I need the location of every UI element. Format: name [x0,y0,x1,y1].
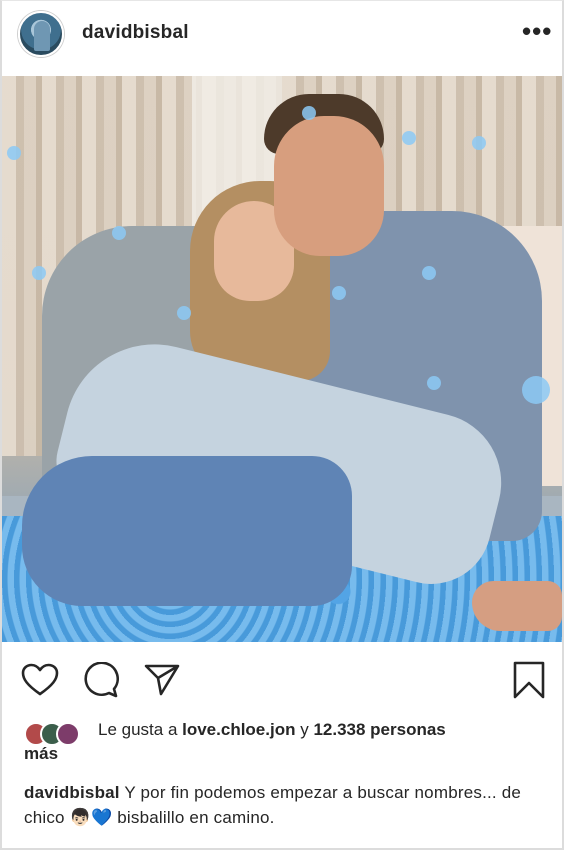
more-options-icon[interactable]: ••• [522,18,552,44]
confetti-flake [32,266,46,280]
photo-man-face [274,116,384,256]
confetti-flake [302,106,316,120]
liker-username[interactable]: love.chloe.jon [182,720,295,739]
confetti-flake [112,226,126,240]
action-bar [0,650,564,710]
confetti-flake [332,286,346,300]
blue-heart-icon: 💙 [90,808,113,827]
boy-emoji-icon: 👦🏻 [69,808,91,827]
confetti-flake [177,306,191,320]
avatar[interactable] [18,11,64,57]
post-caption: davidbisbal Y por fin podemos empezar a … [24,780,554,830]
caption-text-end: bisbalillo en camino. [112,808,275,827]
confetti-flake [427,376,441,390]
heart-icon[interactable] [20,660,60,700]
post-header: davidbisbal ••• [0,0,564,72]
bookmark-icon[interactable] [509,660,549,700]
post-username[interactable]: davidbisbal [82,22,189,44]
share-icon[interactable] [142,660,182,700]
liker-avatars [24,722,94,748]
confetti-flake [7,146,21,160]
confetti-flake [422,266,436,280]
confetti-flake [522,376,550,404]
avatar [56,722,80,746]
likes-connector: y [295,720,314,739]
post-photo[interactable] [2,76,562,642]
comment-icon[interactable] [81,660,121,700]
likes-prefix: Le gusta a [98,720,183,739]
photo-dark-jeans [22,456,352,606]
likes-count[interactable]: 12.338 personas [313,720,445,739]
likes-row[interactable]: Le gusta a love.chloe.jon y 12.338 perso… [24,718,554,766]
confetti-flake [402,131,416,145]
confetti-flake [472,136,486,150]
caption-username[interactable]: davidbisbal [24,783,120,802]
photo-foot [472,581,562,631]
likes-text: Le gusta a love.chloe.jon y 12.338 perso… [24,718,554,766]
